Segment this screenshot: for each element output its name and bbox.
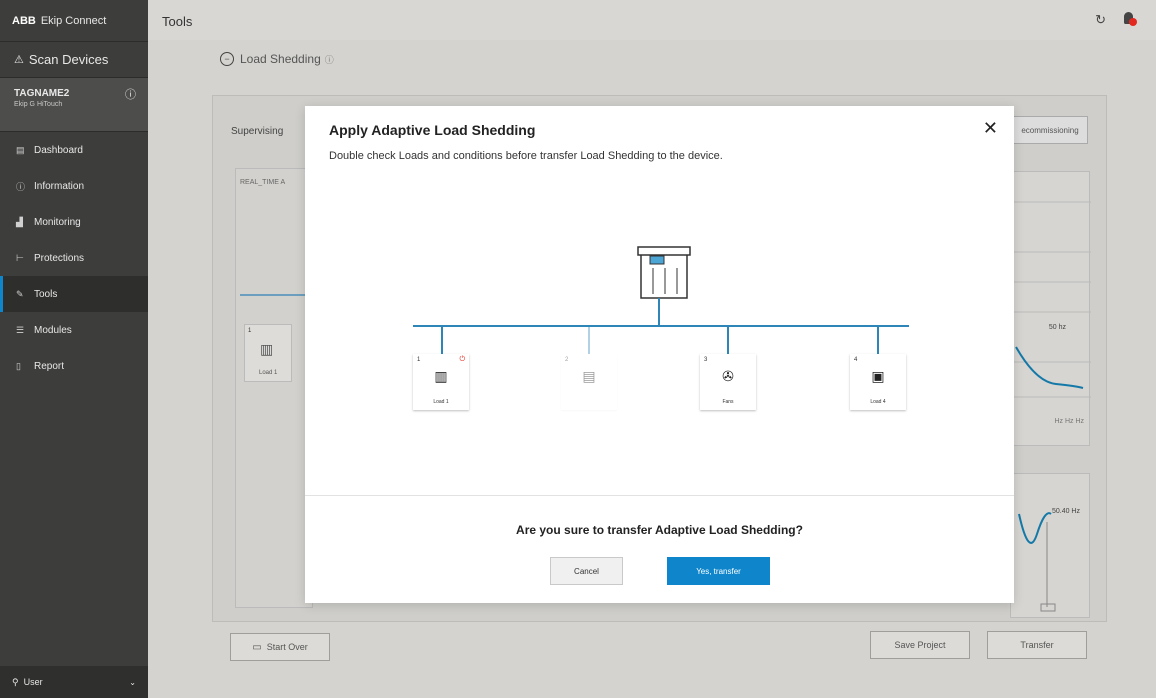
- start-over-button[interactable]: ▭ Start Over: [230, 633, 330, 661]
- sidebar-item-label: Tools: [34, 288, 58, 300]
- user-label: User: [23, 677, 43, 687]
- sidebar-item-label: Information: [34, 180, 85, 192]
- realtime-box: REAL_TIME A 1 ▥ Load 1: [235, 168, 314, 608]
- abb-logo: ABB: [12, 14, 36, 27]
- cancel-button[interactable]: Cancel: [550, 557, 623, 585]
- decommissioning-button[interactable]: ecommissioning: [1012, 116, 1088, 144]
- sidebar-item-protections[interactable]: ⊢ Protections: [0, 240, 148, 276]
- sidebar-item-report[interactable]: ▯ Report: [0, 348, 148, 384]
- fan-icon: ✇: [722, 368, 734, 384]
- save-project-button[interactable]: Save Project: [870, 631, 970, 659]
- page-title: Tools: [162, 14, 193, 29]
- dialog-divider: [305, 495, 1014, 496]
- load-card-2: 2 ▤: [561, 354, 617, 410]
- sidebar-item-modules[interactable]: ☰ Modules: [0, 312, 148, 348]
- load-label: Load 4: [870, 399, 886, 405]
- device-info-icon[interactable]: ⓘ: [125, 86, 136, 102]
- sidebar-item-tools[interactable]: ✎ Tools: [0, 276, 148, 312]
- sidebar-item-label: Report: [34, 360, 65, 372]
- sidebar-item-monitoring[interactable]: ▟ Monitoring: [0, 204, 148, 240]
- chart-label: 50 hz: [1048, 324, 1066, 331]
- hz-value-label: 50.40 Hz: [1051, 508, 1080, 515]
- info-icon[interactable]: ⓘ: [325, 53, 334, 66]
- device-model: Ekip G HiTouch: [14, 101, 63, 108]
- bus-diagram: [413, 246, 909, 354]
- sidebar-item-label: Modules: [34, 324, 72, 336]
- bus-line: [240, 294, 314, 296]
- start-over-label: Start Over: [266, 642, 308, 652]
- sidebar-item-dashboard[interactable]: ▤ Dashboard: [0, 132, 148, 168]
- load-card-3[interactable]: 3 ✇ Fans: [700, 354, 756, 410]
- scan-icon: ⚠: [14, 54, 24, 66]
- sidebar-item-label: Monitoring: [34, 216, 81, 228]
- sidebar-nav: ▤ Dashboard ⓘ Information ▟ Monitoring ⊢ Pro…: [0, 132, 148, 384]
- heater-icon: ▥: [434, 368, 448, 384]
- modules-icon: ☰: [16, 324, 25, 335]
- app-name: Ekip Connect: [40, 14, 107, 27]
- section-heading-label: Load Shedding: [240, 52, 321, 66]
- scan-devices-button[interactable]: ⚠ Scan Devices: [0, 42, 148, 78]
- load-diagram: 1 ⏻ ▥ Load 1 2 ▤ 3 ✇ Fans 4 ▣ Load 4: [305, 106, 1014, 495]
- confirm-transfer-dialog: Apply Adaptive Load Shedding ✕ Double ch…: [305, 106, 1014, 603]
- realtime-label: REAL_TIME A: [240, 179, 286, 186]
- app-brand: ABB Ekip Connect: [0, 0, 148, 42]
- heater-icon: ▥: [260, 341, 274, 357]
- monitoring-icon: ▟: [16, 216, 23, 227]
- load-card-4[interactable]: 4 ▣ Load 4: [850, 354, 906, 410]
- load-label: Fans: [722, 399, 734, 405]
- generator-icon: [637, 246, 691, 299]
- device-tag: TAGNAME2: [14, 88, 70, 99]
- washing-machine-icon: ▣: [871, 368, 885, 384]
- chevron-down-icon: ⌄: [129, 677, 136, 687]
- user-alert-icon[interactable]: [1122, 12, 1138, 28]
- sidebar-item-information[interactable]: ⓘ Information: [0, 168, 148, 204]
- supervising-label: Supervising: [231, 126, 284, 137]
- sidebar-item-label: Protections: [34, 252, 85, 264]
- user-icon: ⚲: [12, 676, 19, 687]
- load-label: Load 1: [433, 399, 449, 405]
- dialog-question: Are you sure to transfer Adaptive Load S…: [516, 523, 803, 537]
- load-card-1[interactable]: 1 ⏻ ▥ Load 1: [413, 354, 469, 410]
- start-over-icon: ▭: [252, 641, 262, 653]
- frequency-curve: [1011, 201, 1091, 398]
- scan-label: Scan Devices: [28, 52, 109, 67]
- user-menu[interactable]: ⚲ User ⌄: [0, 666, 148, 698]
- load-card-background: 1 ▥ Load 1: [244, 324, 292, 382]
- wrench-icon: ✎: [16, 288, 24, 299]
- chart-ticks: Hz Hz Hz: [1054, 418, 1084, 425]
- sidebar-item-label: Dashboard: [34, 144, 83, 156]
- dashboard-icon: ▤: [16, 144, 25, 155]
- confirm-transfer-button[interactable]: Yes, transfer: [667, 557, 770, 585]
- device-card[interactable]: TAGNAME2 Ekip G HiTouch ⓘ: [0, 78, 148, 132]
- protections-icon: ⊢: [16, 252, 24, 263]
- refresh-icon[interactable]: ↻: [1095, 12, 1106, 28]
- top-bar: Tools ↻: [148, 0, 1156, 40]
- info-icon: ⓘ: [16, 181, 26, 192]
- power-icon: ⏻: [459, 356, 465, 363]
- report-icon: ▯: [16, 360, 21, 371]
- generic-load-icon: ▤: [582, 368, 596, 384]
- hz-curve: [1018, 512, 1056, 612]
- sidebar: ABB Ekip Connect ⚠ Scan Devices TAGNAME2…: [0, 0, 148, 698]
- frequency-chart-box: [1010, 171, 1091, 446]
- collapse-icon[interactable]: −: [220, 52, 234, 66]
- transfer-button[interactable]: Transfer: [987, 631, 1087, 659]
- section-heading: − Load Shedding ⓘ: [220, 52, 334, 66]
- hz-chart-box: [1010, 473, 1090, 618]
